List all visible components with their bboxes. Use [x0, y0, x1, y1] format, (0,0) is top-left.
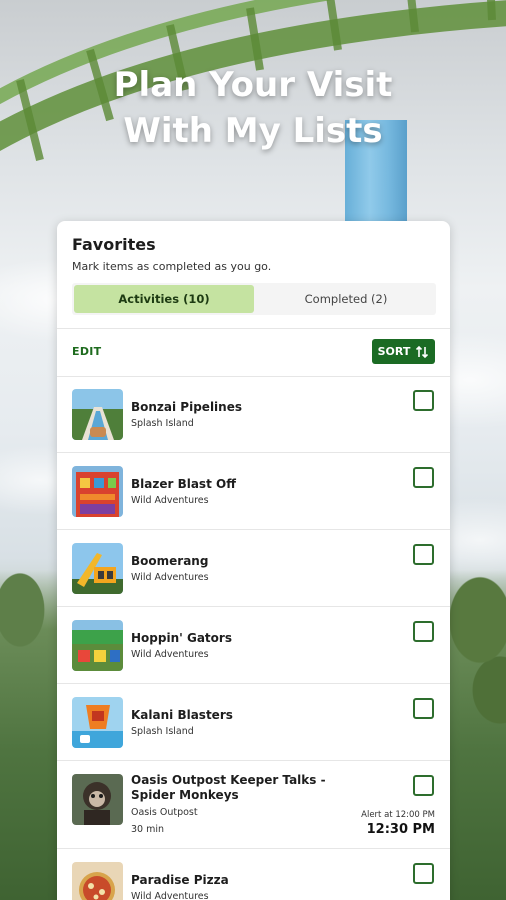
item-title: Paradise Pizza: [131, 873, 229, 887]
thumbnail-kiddie-ride-image: [72, 620, 123, 671]
item-title: Bonzai Pipelines: [131, 400, 242, 414]
thumbnail-coaster-image: [72, 543, 123, 594]
complete-checkbox[interactable]: [413, 698, 434, 719]
item-area: Wild Adventures: [131, 495, 209, 506]
item-area: Splash Island: [131, 726, 194, 737]
list-item[interactable]: Kalani Blasters Splash Island: [57, 684, 450, 761]
item-area: Wild Adventures: [131, 891, 209, 900]
complete-checkbox[interactable]: [413, 390, 434, 411]
headline-line-2: With My Lists: [123, 111, 383, 151]
divider: [57, 328, 450, 329]
tab-activities[interactable]: Activities (10): [74, 285, 254, 313]
list-tabs: Activities (10) Completed (2): [72, 283, 436, 315]
sort-button-label: SORT: [377, 345, 411, 358]
item-title: Kalani Blasters: [131, 708, 233, 722]
item-area: Splash Island: [131, 418, 194, 429]
complete-checkbox[interactable]: [413, 775, 434, 796]
complete-checkbox[interactable]: [413, 621, 434, 642]
item-title: Blazer Blast Off: [131, 477, 236, 491]
list-item[interactable]: Boomerang Wild Adventures: [57, 530, 450, 607]
thumbnail-pizza-image: [72, 862, 123, 900]
thumbnail-ride-image: [72, 466, 123, 517]
favorites-card: Favorites Mark items as completed as you…: [57, 221, 450, 900]
sort-button[interactable]: SORT: [372, 339, 435, 364]
alert-time-label: Alert at 12:00 PM: [361, 810, 435, 820]
list-item[interactable]: Bonzai Pipelines Splash Island: [57, 376, 450, 453]
item-duration: 30 min: [131, 824, 165, 835]
item-title: Hoppin' Gators: [131, 631, 232, 645]
headline-line-1: Plan Your Visit: [113, 65, 393, 105]
list-item[interactable]: Hoppin' Gators Wild Adventures: [57, 607, 450, 684]
complete-checkbox[interactable]: [413, 544, 434, 565]
thumbnail-waterslide-image: [72, 389, 123, 440]
item-area: Wild Adventures: [131, 572, 209, 583]
sort-icon: [416, 345, 429, 358]
thumbnail-monkey-image: [72, 774, 123, 825]
item-title: Boomerang: [131, 554, 209, 568]
list-item[interactable]: Paradise Pizza Wild Adventures: [57, 849, 450, 900]
thumbnail-water-play-image: [72, 697, 123, 748]
complete-checkbox[interactable]: [413, 863, 434, 884]
list-item[interactable]: Blazer Blast Off Wild Adventures: [57, 453, 450, 530]
item-title: Oasis Outpost Keeper Talks - Spider Monk…: [131, 773, 326, 802]
card-title: Favorites: [72, 235, 156, 254]
scheduled-time: 12:30 PM: [366, 822, 435, 837]
complete-checkbox[interactable]: [413, 467, 434, 488]
list-item[interactable]: Oasis Outpost Keeper Talks - Spider Monk…: [57, 761, 450, 849]
card-subtitle: Mark items as completed as you go.: [72, 260, 272, 273]
favorites-list: Bonzai Pipelines Splash Island Blazer Bl…: [57, 376, 450, 900]
item-area: Wild Adventures: [131, 649, 209, 660]
edit-button[interactable]: EDIT: [72, 345, 101, 358]
tab-completed[interactable]: Completed (2): [256, 283, 436, 315]
promo-headline: Plan Your Visit With My Lists: [0, 62, 506, 154]
item-area: Oasis Outpost: [131, 807, 198, 818]
